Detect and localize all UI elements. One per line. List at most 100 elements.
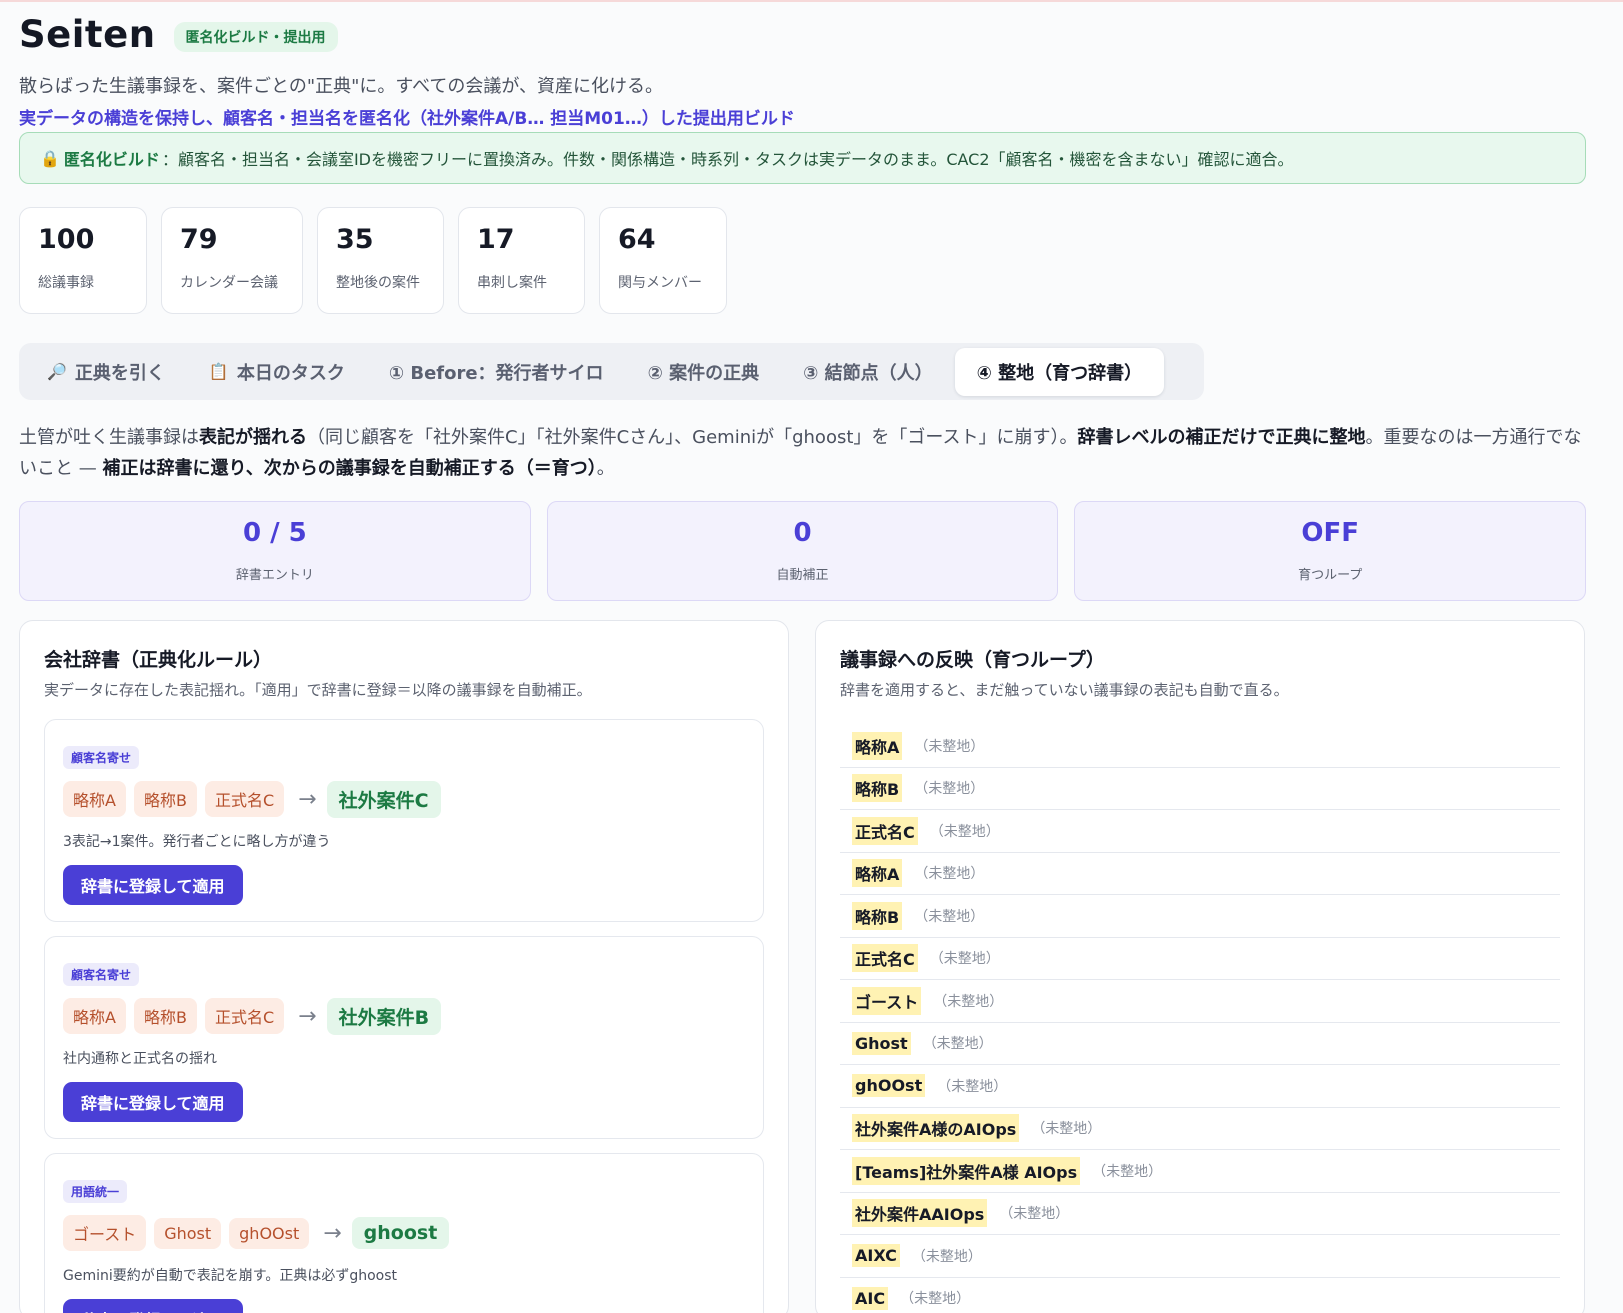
- register-apply-button[interactable]: 辞書に登録して適用: [63, 1299, 243, 1313]
- stat-card: 64 関与メンバー: [599, 207, 727, 314]
- arrow-right-icon: →: [298, 1003, 317, 1029]
- tab-label: ② 案件の正典: [647, 362, 760, 384]
- tab-project-canon[interactable]: ② 案件の正典: [626, 348, 782, 396]
- canonical-chip: ghoost: [351, 1217, 450, 1249]
- stat-label: 整地後の案件: [336, 275, 420, 291]
- status-label: （未整地）: [933, 993, 1004, 1010]
- rule-mapping: 略称A 略称B 正式名C → 社外案件C: [63, 780, 745, 818]
- list-item: AIC （未整地）: [840, 1278, 1560, 1313]
- rule-tag: 用語統一: [63, 1180, 128, 1203]
- variant-chip: ghOOst: [229, 1217, 310, 1249]
- tab-today-tasks[interactable]: 📋 本日のタスク: [187, 348, 367, 396]
- tab-label: 正典を引く: [74, 362, 165, 384]
- list-item: Ghost （未整地）: [840, 1023, 1560, 1065]
- dictionary-panel: 会社辞書（正典化ルール） 実データに存在した表記揺れ。「適用」で辞書に登録＝以降…: [19, 620, 789, 1313]
- tab-bar: 🔎 正典を引く 📋 本日のタスク ① Before：発行者サイロ ② 案件の正典…: [19, 343, 1204, 400]
- stat-card: 100 総議事録: [19, 207, 147, 314]
- metric-value: 0: [793, 518, 812, 548]
- list-item: [Teams]社外案件A様 AIOps （未整地）: [840, 1150, 1560, 1193]
- notice-label: 匿名化ビルド: [63, 150, 160, 169]
- stat-card: 35 整地後の案件: [317, 207, 444, 314]
- status-label: （未整地）: [914, 908, 985, 925]
- status-label: （未整地）: [914, 738, 985, 755]
- stats-row: 100 総議事録 79 カレンダー会議 35 整地後の案件 17 串刺し案件 6…: [19, 207, 1586, 314]
- magnifier-icon: 🔎: [47, 362, 67, 381]
- term-highlight: 略称A: [852, 731, 903, 760]
- rule-tag: 顧客名寄せ: [63, 963, 140, 986]
- stat-label: 総議事録: [38, 275, 94, 291]
- header: Seiten 匿名化ビルド・提出用: [19, 10, 1586, 58]
- anonymization-notice: 🔒 匿名化ビルド ：顧客名・担当名・会議室IDを機密フリーに置換済み。件数・関係…: [19, 132, 1586, 184]
- list-item: ゴースト （未整地）: [840, 980, 1560, 1023]
- metric-label: 自動補正: [776, 568, 829, 583]
- stat-value: 35: [336, 224, 374, 255]
- term-highlight: 略称B: [852, 901, 903, 930]
- app-title: Seiten: [19, 12, 156, 56]
- main-content: Seiten 匿名化ビルド・提出用 散らばった生議事録を、案件ごとの"正典"に。…: [19, 10, 1587, 1313]
- stat-card: 79 カレンダー会議: [161, 207, 303, 314]
- term-highlight: ghOOst: [852, 1074, 926, 1098]
- tab-growing-dictionary[interactable]: ④ 整地（育つ辞書）: [954, 347, 1165, 396]
- variant-chip: Ghost: [154, 1217, 222, 1249]
- desc-emphasis: 辞書レベルの補正だけで正典に整地: [1077, 427, 1366, 448]
- stat-label: 串刺し案件: [477, 275, 547, 291]
- status-label: （未整地）: [911, 1248, 982, 1265]
- dictionary-rule: 顧客名寄せ 略称A 略称B 正式名C → 社外案件B 社内通称と正式名の揺れ 辞…: [44, 936, 764, 1139]
- list-item: AIXC （未整地）: [840, 1235, 1560, 1278]
- desc-text: 。: [596, 458, 615, 479]
- status-label: （未整地）: [914, 866, 985, 883]
- desc-emphasis: 表記が揺れる: [199, 427, 307, 448]
- metric-card-auto-corrections: 0 自動補正: [546, 501, 1059, 601]
- status-label: （未整地）: [1031, 1121, 1102, 1138]
- rule-mapping: ゴースト Ghost ghOOst → ghoost: [63, 1215, 745, 1251]
- metric-card-growth-loop: OFF 育つループ: [1074, 501, 1587, 601]
- arrow-right-icon: →: [298, 786, 317, 812]
- term-highlight: 略称B: [852, 774, 903, 803]
- status-label: （未整地）: [914, 781, 985, 798]
- variant-chip: 略称A: [63, 998, 126, 1034]
- status-label: （未整地）: [937, 1078, 1008, 1095]
- panel-description: 実データに存在した表記揺れ。「適用」で辞書に登録＝以降の議事録を自動補正。: [44, 681, 592, 699]
- desc-text: （同じ顧客を「社外案件C」「社外案件Cさん」、Geminiが「ghoost」を「…: [307, 427, 1078, 448]
- term-highlight: ゴースト: [852, 986, 922, 1015]
- tab-label: 本日のタスク: [236, 362, 345, 384]
- metric-card-dictionary-entries: 0 / 5 辞書エントリ: [19, 501, 531, 601]
- dictionary-rule: 用語統一 ゴースト Ghost ghOOst → ghoost Gemini要約…: [44, 1153, 764, 1313]
- register-apply-button[interactable]: 辞書に登録して適用: [63, 865, 243, 905]
- dictionary-rule: 顧客名寄せ 略称A 略称B 正式名C → 社外案件C 3表記→1案件。発行者ごと…: [44, 719, 764, 922]
- metric-value: 0 / 5: [242, 518, 307, 548]
- tab-label: ③ 結節点（人）: [803, 362, 933, 384]
- subline: 実データの構造を保持し、顧客名・担当名を匿名化（社外案件A/B… 担当M01…）…: [19, 109, 795, 129]
- stat-value: 17: [477, 224, 515, 255]
- tab-nodes-people[interactable]: ③ 結節点（人）: [781, 348, 955, 396]
- lock-icon: 🔒: [40, 148, 60, 168]
- status-label: （未整地）: [922, 1036, 993, 1053]
- panel-title: 会社辞書（正典化ルール）: [44, 649, 273, 671]
- tab-description: 土管が吐く生議事録は表記が揺れる（同じ顧客を「社外案件C」「社外案件Cさん」、G…: [19, 422, 1586, 484]
- stat-value: 64: [618, 224, 656, 255]
- variant-chip: 略称A: [63, 781, 126, 817]
- list-item: 正式名C （未整地）: [840, 810, 1560, 853]
- status-label: （未整地）: [929, 823, 1000, 840]
- list-item: 略称B （未整地）: [840, 768, 1560, 810]
- status-label: （未整地）: [900, 1291, 971, 1308]
- rule-note: Gemini要約が自動で表記を崩す。正典は必ずghoost: [63, 1268, 398, 1284]
- canonical-chip: 社外案件B: [326, 997, 442, 1035]
- tab-label: ④ 整地（育つ辞書）: [976, 362, 1143, 384]
- metric-value: OFF: [1301, 518, 1359, 548]
- metric-label: 育つループ: [1298, 568, 1363, 583]
- panel-description: 辞書を適用すると、まだ触っていない議事録の表記も自動で直る。: [840, 681, 1289, 699]
- list-item: ghOOst （未整地）: [840, 1065, 1560, 1108]
- reflection-panel: 議事録への反映（育つループ） 辞書を適用すると、まだ触っていない議事録の表記も自…: [815, 620, 1585, 1313]
- rule-mapping: 略称A 略称B 正式名C → 社外案件B: [63, 997, 745, 1035]
- term-highlight: 正式名C: [852, 816, 918, 845]
- rule-tag: 顧客名寄せ: [63, 746, 140, 769]
- stat-value: 100: [38, 224, 95, 255]
- tab-search-canon[interactable]: 🔎 正典を引く: [25, 348, 187, 396]
- notice-text: ：顧客名・担当名・会議室IDを機密フリーに置換済み。件数・関係構造・時系列・タス…: [161, 150, 1294, 169]
- tab-before-silo[interactable]: ① Before：発行者サイロ: [367, 348, 626, 396]
- term-highlight: [Teams]社外案件A様 AIOps: [852, 1156, 1081, 1185]
- register-apply-button[interactable]: 辞書に登録して適用: [63, 1082, 243, 1122]
- metric-label: 辞書エントリ: [235, 568, 314, 583]
- desc-emphasis: 補正は辞書に還り、次からの議事録を自動補正する（＝育つ）: [102, 458, 597, 479]
